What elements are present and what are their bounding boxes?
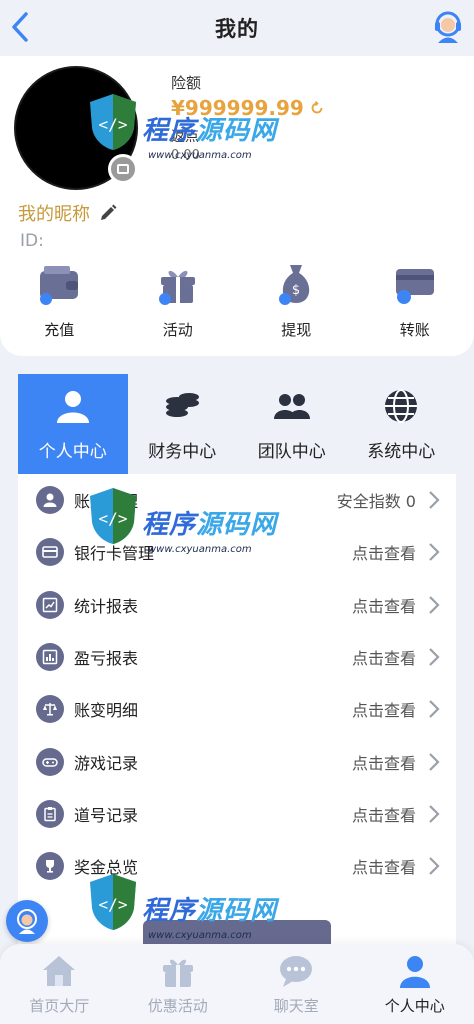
activity-label: 活动	[162, 321, 193, 339]
menu-value: 点击查看	[351, 649, 416, 669]
menu-value: 点击查看	[351, 544, 416, 564]
menu-value: 点击查看	[351, 805, 416, 825]
tab-personal-center[interactable]: 个人中心	[18, 374, 128, 474]
svg-text:</>: </>	[99, 509, 128, 528]
watermark-url: www.cxyuanma.com	[148, 150, 252, 161]
watermark-title: 程序源码网	[142, 510, 278, 540]
center-tabs: 个人中心 财务中心 团队中心 系统中心	[18, 374, 456, 474]
clipboard-icon	[36, 799, 64, 828]
pencil-icon[interactable]	[98, 203, 118, 223]
top-bar: 我的	[0, 0, 474, 56]
home-icon	[43, 955, 76, 986]
customer-service-icon[interactable]	[432, 10, 464, 44]
tab-label: 个人中心	[38, 441, 107, 462]
card-icon	[36, 538, 64, 567]
menu-item-chase-records[interactable]: 道号记录 点击查看	[18, 788, 456, 840]
menu-label: 盈亏报表	[74, 649, 139, 669]
team-icon	[273, 393, 310, 419]
chevron-right-icon	[429, 648, 440, 666]
gift-icon	[158, 270, 195, 305]
chart-line-icon	[36, 590, 64, 619]
svg-text:</>: </>	[99, 115, 128, 134]
withdraw-button[interactable]: $ 提现	[246, 261, 346, 341]
user-id: ID:	[20, 231, 44, 251]
recharge-label: 充值	[44, 321, 75, 339]
menu-item-profit-loss[interactable]: 盈亏报表 点击查看	[18, 631, 456, 683]
withdraw-label: 提现	[281, 321, 312, 339]
shield-logo-icon: </>	[90, 874, 136, 930]
menu-value: 点击查看	[351, 596, 416, 616]
menu-value: 点击查看	[351, 858, 416, 878]
balance-label: 险额	[171, 74, 202, 92]
chevron-right-icon	[429, 491, 440, 509]
nav-label: 个人中心	[384, 996, 445, 1015]
activity-button[interactable]: 活动	[128, 261, 228, 341]
nav-personal-center[interactable]: 个人中心	[360, 953, 470, 1016]
person-icon	[56, 390, 89, 423]
chart-bar-icon	[36, 643, 64, 672]
refresh-icon[interactable]	[310, 101, 324, 115]
chevron-right-icon	[429, 857, 440, 875]
tab-label: 财务中心	[148, 441, 217, 462]
chevron-left-icon[interactable]	[8, 10, 32, 44]
nickname-text: 我的昵称	[18, 204, 90, 225]
tab-finance-center[interactable]: 财务中心	[128, 374, 238, 474]
quick-actions: 充值 活动 $ 提现 转账	[0, 261, 474, 341]
recharge-button[interactable]: 充值	[9, 261, 109, 341]
menu-item-account-changes[interactable]: 账变明细 点击查看	[18, 683, 456, 735]
coins-icon	[166, 392, 200, 417]
globe-icon	[385, 388, 418, 423]
chevron-right-icon	[429, 805, 440, 823]
nav-label: 聊天室	[273, 996, 319, 1015]
watermark: </> 程序源码网 www.cxyuanma.com	[86, 92, 286, 182]
watermark: </> 程序源码网 www.cxyuanma.com	[86, 872, 286, 962]
trophy-icon	[36, 852, 64, 881]
menu-value: 安全指数 0	[336, 492, 416, 512]
menu-item-game-records[interactable]: 游戏记录 点击查看	[18, 735, 456, 787]
chevron-right-icon	[429, 595, 440, 614]
menu-item-statistics[interactable]: 统计报表 点击查看	[18, 579, 456, 631]
shield-logo-icon: </>	[90, 488, 136, 544]
transfer-button[interactable]: 转账	[365, 261, 465, 341]
floating-service-button[interactable]	[6, 900, 48, 942]
wallet-icon	[40, 266, 79, 305]
person-icon	[399, 955, 430, 988]
watermark: </> 程序源码网 www.cxyuanma.com	[86, 486, 286, 576]
shield-logo-icon: </>	[90, 94, 136, 150]
transfer-label: 转账	[399, 321, 430, 339]
svg-text:</>: </>	[99, 895, 128, 914]
nickname[interactable]: 我的昵称	[18, 200, 118, 226]
menu-label: 游戏记录	[74, 753, 139, 773]
card-transfer-icon	[395, 269, 434, 304]
nav-label: 首页大厅	[29, 996, 90, 1015]
tab-system-center[interactable]: 系统中心	[347, 374, 457, 474]
chevron-right-icon	[429, 700, 440, 719]
menu-label: 道号记录	[74, 805, 139, 825]
tab-team-center[interactable]: 团队中心	[237, 374, 347, 474]
gamepad-icon	[36, 747, 64, 776]
money-bag-icon: $	[279, 265, 310, 305]
chevron-right-icon	[429, 752, 440, 771]
scale-icon	[36, 695, 64, 724]
watermark-url: www.cxyuanma.com	[148, 544, 252, 555]
customer-service-icon	[17, 909, 37, 934]
watermark-url: www.cxyuanma.com	[148, 930, 252, 941]
menu-label: 统计报表	[74, 596, 139, 616]
tab-label: 团队中心	[257, 441, 326, 462]
watermark-title: 程序源码网	[142, 896, 278, 926]
menu-value: 点击查看	[351, 701, 416, 721]
nav-label: 优惠活动	[147, 996, 208, 1015]
tab-label: 系统中心	[367, 441, 436, 462]
page-title: 我的	[215, 17, 259, 41]
chevron-right-icon	[429, 543, 440, 562]
svg-text:$: $	[292, 283, 300, 298]
watermark-title: 程序源码网	[142, 116, 278, 146]
menu-value: 点击查看	[351, 753, 416, 773]
user-icon	[36, 486, 64, 515]
menu-label: 账变明细	[74, 701, 139, 721]
